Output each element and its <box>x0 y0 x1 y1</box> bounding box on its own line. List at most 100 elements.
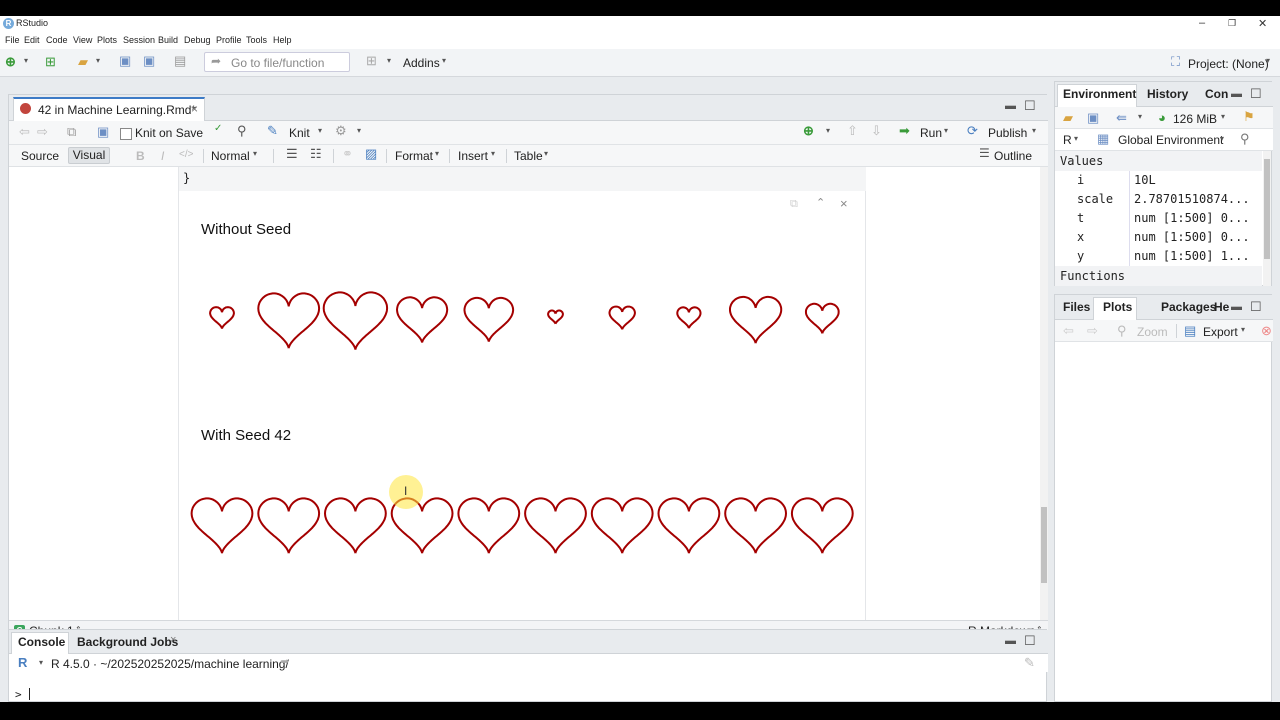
outline-button[interactable]: Outline <box>994 149 1032 163</box>
bullet-list-icon[interactable]: ☰ <box>286 146 298 162</box>
chevron-down-icon[interactable]: ▾ <box>1032 126 1036 135</box>
source-mode-button[interactable]: Source <box>21 149 59 163</box>
env-row[interactable]: x num [1:500] 0... <box>1055 228 1262 247</box>
menu-help[interactable]: Help <box>273 35 292 45</box>
maximize-pane-icon[interactable]: ☐ <box>1250 86 1262 102</box>
search-icon[interactable]: ⚲ <box>1240 131 1250 147</box>
scrollbar-thumb[interactable] <box>1041 507 1047 583</box>
chevron-down-icon[interactable]: ▾ <box>318 126 322 135</box>
code-chunk[interactable]: } <box>179 167 866 191</box>
bold-icon[interactable]: B <box>136 149 145 163</box>
code-icon[interactable]: </> <box>179 149 193 160</box>
import-dataset-icon[interactable]: ⇚ <box>1116 110 1127 126</box>
tab-background-jobs[interactable]: Background Jobs <box>77 635 178 649</box>
menu-profile[interactable]: Profile <box>216 35 242 45</box>
format-menu[interactable]: Format <box>395 149 433 163</box>
save-workspace-icon[interactable]: ▣ <box>1087 110 1099 126</box>
scrollbar-thumb[interactable] <box>1264 159 1270 259</box>
chevron-down-icon[interactable]: ▾ <box>39 658 43 667</box>
previous-plot-icon[interactable]: ⇦ <box>1063 323 1074 339</box>
next-chunk-icon[interactable]: ⇩ <box>871 123 882 139</box>
load-workspace-icon[interactable]: ▰ <box>1063 110 1073 126</box>
knit-on-save-checkbox[interactable] <box>120 128 132 140</box>
broom-icon[interactable]: ⚑ <box>1243 109 1255 125</box>
chevron-down-icon[interactable]: ▾ <box>944 126 948 135</box>
maximize-pane-icon[interactable]: ☐ <box>1024 98 1036 114</box>
spellcheck-icon[interactable]: ✓ <box>214 123 222 134</box>
collapse-output-icon[interactable]: ⌃ <box>816 196 825 209</box>
tab-packages[interactable]: Packages <box>1161 300 1216 314</box>
project-menu[interactable]: Project: (None) <box>1188 57 1269 71</box>
new-file-icon[interactable]: ⊕ <box>5 54 16 70</box>
tab-document[interactable]: 42 in Machine Learning.Rmd* × <box>13 97 205 121</box>
gear-icon[interactable]: ⚙ <box>335 123 347 139</box>
clear-console-icon[interactable]: ✎ <box>1024 655 1035 671</box>
save-icon[interactable]: ▣ <box>97 124 109 140</box>
scope-select[interactable]: Global Environment <box>1118 133 1223 147</box>
tab-environment[interactable]: Environment <box>1063 87 1136 101</box>
go-to-directory-icon[interactable]: ➦ <box>280 655 289 668</box>
maximize-pane-icon[interactable]: ☐ <box>1024 633 1036 649</box>
popout-output-icon[interactable]: ⧉ <box>790 198 798 211</box>
chevron-down-icon[interactable]: ▾ <box>1221 112 1225 121</box>
back-arrow-icon[interactable]: ⇦ <box>19 124 30 140</box>
show-in-window-icon[interactable]: ⧉ <box>67 124 76 140</box>
menu-view[interactable]: View <box>73 35 92 45</box>
menu-file[interactable]: File <box>5 35 20 45</box>
tab-history[interactable]: History <box>1147 87 1188 101</box>
tab-console[interactable]: Console <box>18 635 65 649</box>
export-menu[interactable]: Export <box>1203 325 1238 339</box>
style-dropdown[interactable]: Normal <box>211 149 250 163</box>
next-plot-icon[interactable]: ⇨ <box>1087 323 1098 339</box>
menu-edit[interactable]: Edit <box>24 35 40 45</box>
minimize-pane-icon[interactable]: ▬ <box>1005 635 1016 647</box>
menu-build[interactable]: Build <box>158 35 178 45</box>
menu-debug[interactable]: Debug <box>184 35 211 45</box>
knit-button[interactable]: Knit <box>289 126 310 140</box>
env-row[interactable]: y num [1:500] 1... <box>1055 247 1262 266</box>
menu-plots[interactable]: Plots <box>97 35 117 45</box>
insert-chunk-icon[interactable]: ⊕ <box>803 123 814 139</box>
environment-scrollbar[interactable] <box>1263 151 1271 286</box>
new-project-icon[interactable]: ⊞ <box>45 54 56 70</box>
minimize-pane-icon[interactable]: ▬ <box>1005 100 1016 112</box>
maximize-icon[interactable]: ❐ <box>1228 18 1236 29</box>
numbered-list-icon[interactable]: ☷ <box>310 146 322 162</box>
chevron-down-icon[interactable]: ▾ <box>387 56 391 65</box>
previous-chunk-icon[interactable]: ⇧ <box>847 123 858 139</box>
maximize-pane-icon[interactable]: ☐ <box>1250 299 1262 315</box>
menu-session[interactable]: Session <box>123 35 155 45</box>
env-row[interactable]: scale 2.78701510874... <box>1055 190 1262 209</box>
image-icon[interactable]: ▨ <box>365 146 377 162</box>
memory-usage[interactable]: 126 MiB <box>1173 112 1217 126</box>
goto-file-input[interactable]: ➦ Go to file/function <box>204 52 350 72</box>
run-button[interactable]: Run <box>920 126 942 140</box>
minimize-pane-icon[interactable]: ▬ <box>1231 301 1242 313</box>
save-all-icon[interactable]: ▣ <box>143 53 155 69</box>
tab-connections[interactable]: Con <box>1205 87 1228 101</box>
tab-plots[interactable]: Plots <box>1103 300 1132 314</box>
close-output-icon[interactable]: × <box>840 196 848 211</box>
chevron-down-icon[interactable]: ▾ <box>24 56 28 65</box>
close-tab-icon[interactable]: × <box>170 634 176 646</box>
visual-mode-button[interactable]: Visual <box>68 147 110 164</box>
env-row[interactable]: t num [1:500] 0... <box>1055 209 1262 228</box>
chevron-down-icon[interactable]: ▾ <box>1138 112 1142 121</box>
editor-content[interactable]: } ⧉ ⌃ × Without Seed With Seed 42 I <box>9 167 1039 620</box>
chevron-down-icon[interactable]: ▾ <box>357 126 361 135</box>
close-tab-icon[interactable]: × <box>191 102 198 116</box>
insert-menu[interactable]: Insert <box>458 149 488 163</box>
remove-plot-icon[interactable]: ⊗ <box>1261 323 1272 339</box>
chevron-down-icon[interactable]: ▾ <box>826 126 830 135</box>
env-row[interactable]: i 10L <box>1055 171 1262 190</box>
italic-icon[interactable]: I <box>161 149 164 163</box>
tab-help[interactable]: He <box>1214 300 1229 314</box>
table-menu[interactable]: Table <box>514 149 543 163</box>
publish-button[interactable]: Publish <box>988 126 1027 140</box>
open-folder-icon[interactable]: ▰ <box>78 54 88 70</box>
tab-files[interactable]: Files <box>1063 300 1090 314</box>
addins-menu[interactable]: Addins <box>403 56 440 70</box>
minimize-pane-icon[interactable]: ▬ <box>1231 88 1242 100</box>
menu-code[interactable]: Code <box>46 35 68 45</box>
menu-tools[interactable]: Tools <box>246 35 267 45</box>
